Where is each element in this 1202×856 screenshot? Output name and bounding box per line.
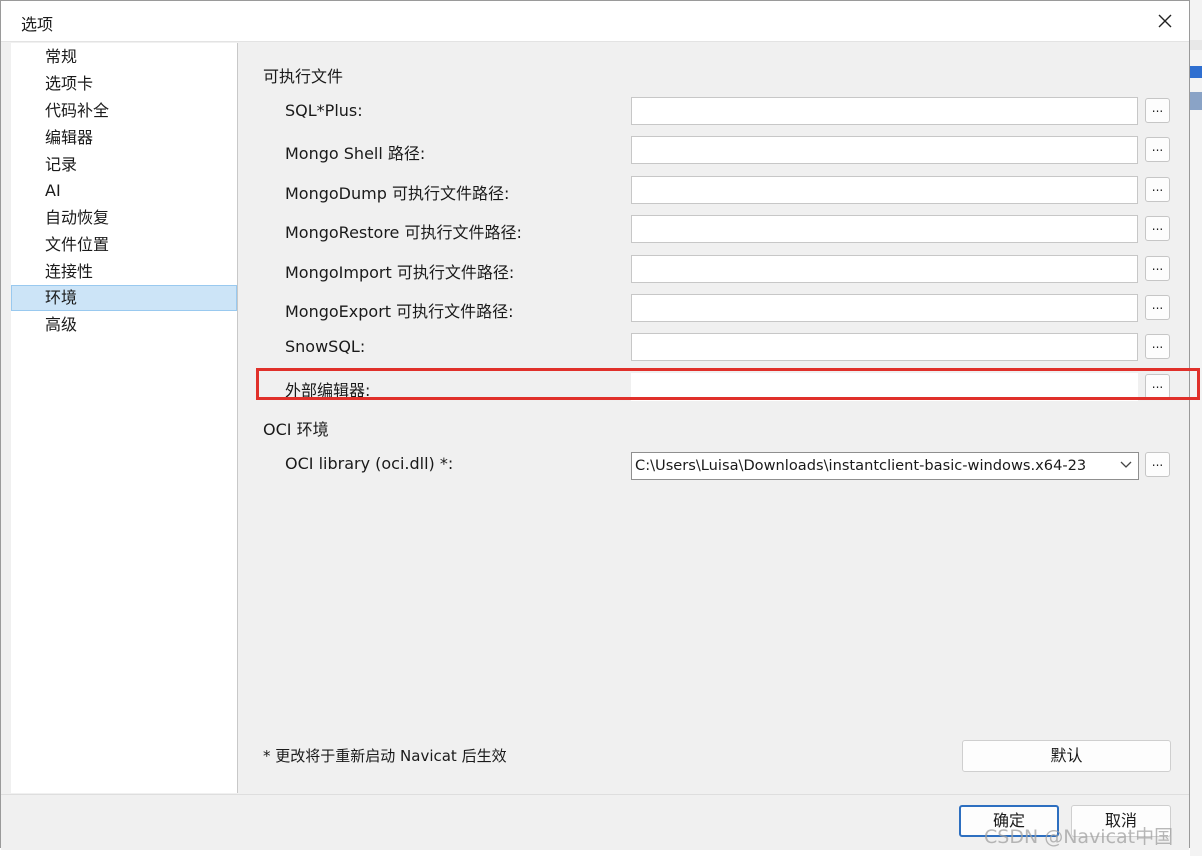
external-editor-path-input[interactable]: [631, 373, 1138, 401]
snowsql-browse-button[interactable]: ...: [1145, 334, 1170, 359]
background-band: [1190, 40, 1202, 50]
mongo-shell-label: Mongo Shell 路径:: [285, 144, 426, 163]
oci-library-browse-button[interactable]: ...: [1145, 452, 1170, 477]
sqlplus-path-input[interactable]: [631, 97, 1138, 125]
mongoimport-label: MongoImport 可执行文件路径:: [285, 263, 515, 282]
mongoimport-path-input[interactable]: [631, 255, 1138, 283]
mongorestore-path-input[interactable]: [631, 215, 1138, 243]
options-dialog: 选项 常规 选项卡 代码补全 编辑器 记录 AI 自动恢复 文件位置 连接性 环…: [0, 0, 1190, 850]
executables-section-title: 可执行文件: [263, 67, 344, 86]
category-sidebar: 常规 选项卡 代码补全 编辑器 记录 AI 自动恢复 文件位置 连接性 环境 高…: [11, 43, 238, 793]
mongo-shell-path-input[interactable]: [631, 136, 1138, 164]
sidebar-item-tabs[interactable]: 选项卡: [11, 71, 237, 97]
background-band: [1190, 92, 1202, 110]
snowsql-label: SnowSQL:: [285, 337, 366, 356]
title-bar: 选项: [1, 1, 1189, 42]
chevron-down-icon: [1120, 461, 1132, 468]
sidebar-item-records[interactable]: 记录: [11, 152, 237, 178]
sidebar-item-file-location[interactable]: 文件位置: [11, 232, 237, 258]
window-title: 选项: [21, 15, 54, 34]
mongo-shell-browse-button[interactable]: ...: [1145, 137, 1170, 162]
sqlplus-label: SQL*Plus:: [285, 101, 363, 120]
snowsql-path-input[interactable]: [631, 333, 1138, 361]
background-band: [1190, 66, 1202, 78]
mongoexport-label: MongoExport 可执行文件路径:: [285, 302, 514, 321]
oci-section-title: OCI 环境: [263, 420, 329, 439]
close-button[interactable]: [1149, 5, 1181, 37]
restart-note: * 更改将于重新启动 Navicat 后生效: [263, 747, 507, 765]
mongodump-path-input[interactable]: [631, 176, 1138, 204]
sidebar-item-connectivity[interactable]: 连接性: [11, 259, 237, 285]
sidebar-item-ai[interactable]: AI: [11, 178, 237, 204]
close-icon: [1158, 14, 1172, 28]
watermark: CSDN @Navicat中国: [984, 826, 1174, 848]
sidebar-item-environment[interactable]: 环境: [11, 285, 237, 311]
oci-library-label: OCI library (oci.dll) *:: [285, 454, 454, 473]
oci-library-select[interactable]: C:\Users\Luisa\Downloads\instantclient-b…: [631, 452, 1139, 480]
sidebar-item-general[interactable]: 常规: [11, 44, 237, 70]
sidebar-item-code-completion[interactable]: 代码补全: [11, 98, 237, 124]
sidebar-item-auto-recovery[interactable]: 自动恢复: [11, 205, 237, 231]
background-window: [1190, 0, 1202, 856]
mongorestore-label: MongoRestore 可执行文件路径:: [285, 223, 522, 242]
default-button[interactable]: 默认: [962, 740, 1171, 772]
sqlplus-browse-button[interactable]: ...: [1145, 98, 1170, 123]
mongoexport-browse-button[interactable]: ...: [1145, 295, 1170, 320]
mongoimport-browse-button[interactable]: ...: [1145, 256, 1170, 281]
mongoexport-path-input[interactable]: [631, 294, 1138, 322]
sidebar-item-advanced[interactable]: 高级: [11, 312, 237, 338]
environment-panel: 可执行文件 SQL*Plus: ... Mongo Shell 路径: ... …: [239, 43, 1189, 793]
mongodump-browse-button[interactable]: ...: [1145, 177, 1170, 202]
oci-library-value: C:\Users\Luisa\Downloads\instantclient-b…: [635, 457, 1087, 474]
external-editor-browse-button[interactable]: ...: [1145, 374, 1170, 399]
mongodump-label: MongoDump 可执行文件路径:: [285, 184, 510, 203]
external-editor-label: 外部编辑器:: [285, 381, 371, 400]
sidebar-item-editor[interactable]: 编辑器: [11, 125, 237, 151]
mongorestore-browse-button[interactable]: ...: [1145, 216, 1170, 241]
